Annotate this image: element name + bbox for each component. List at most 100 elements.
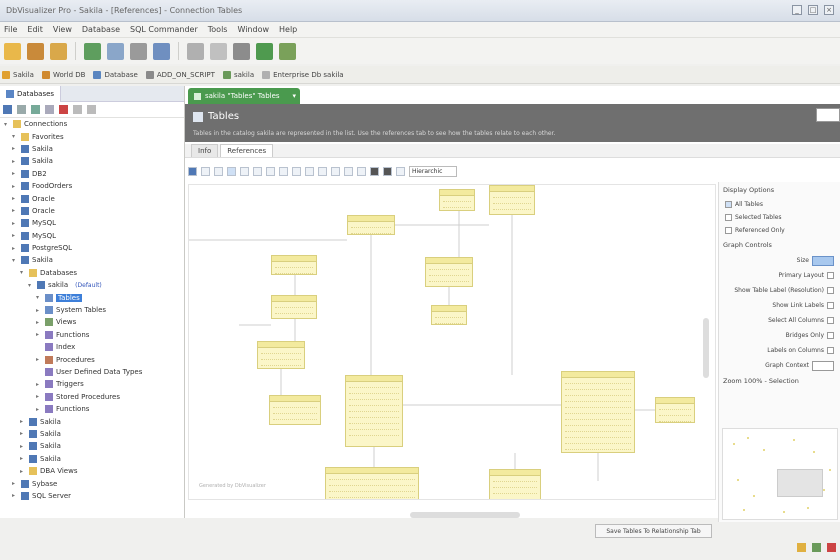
collapse-icon[interactable]: ▾ [12, 257, 18, 264]
new-sql-icon[interactable] [84, 42, 101, 60]
tree-node[interactable]: ▸ Sakila [0, 428, 184, 440]
option-checkbox[interactable]: Selected Tables [719, 211, 840, 224]
filter-icon[interactable] [31, 105, 40, 114]
menu-item-sql-commander[interactable]: SQL Commander [130, 25, 198, 34]
expand-icon[interactable]: ▸ [36, 307, 42, 314]
expand-icon[interactable]: ▸ [20, 443, 26, 450]
layout-icon[interactable] [266, 166, 275, 176]
snap-icon[interactable] [357, 166, 366, 176]
tab-info[interactable]: Info [191, 144, 219, 157]
align-icon[interactable] [279, 166, 288, 176]
menu-item-database[interactable]: Database [82, 25, 120, 34]
tree-node[interactable]: ▾ Sakila [0, 254, 184, 266]
connect-icon[interactable] [3, 105, 12, 114]
connect-icon[interactable] [4, 42, 21, 60]
expand-icon[interactable]: ▸ [36, 356, 42, 363]
tree-node[interactable]: ▸ Procedures [0, 353, 184, 365]
tree-node[interactable]: ▸ FoodOrders [0, 180, 184, 192]
table-entity-address[interactable] [257, 341, 305, 369]
tree-node[interactable]: ▾ sakila (Default) [0, 279, 184, 291]
minimize-icon[interactable]: _ [792, 5, 802, 15]
tree-node[interactable]: ▸ Sybase [0, 477, 184, 489]
select-icon[interactable] [188, 166, 197, 176]
expand-icon[interactable]: ▸ [12, 183, 18, 190]
settings-icon[interactable] [187, 42, 204, 60]
table-entity-payment[interactable] [489, 469, 541, 499]
fit-icon[interactable] [227, 166, 236, 176]
tree-node[interactable]: ▸ Functions [0, 329, 184, 341]
connection-tab[interactable]: ADD_ON_SCRIPT [145, 70, 215, 79]
collapse-icon[interactable]: ▾ [12, 133, 18, 140]
tab-references[interactable]: References [220, 144, 274, 157]
expand-icon[interactable]: ▸ [12, 492, 18, 499]
expand-icon[interactable]: ▸ [20, 418, 26, 425]
tab-tables-editor[interactable]: sakila "Tables" Tables ▾ [188, 88, 300, 104]
table-entity-category[interactable] [425, 257, 473, 287]
expand-icon[interactable]: ▸ [20, 430, 26, 437]
tree-node[interactable]: ▸ MySQL [0, 230, 184, 242]
close-icon[interactable]: ▾ [292, 92, 296, 100]
tab-databases[interactable]: Databases [0, 85, 62, 102]
move-icon[interactable] [201, 166, 210, 176]
tree-node[interactable]: ▸ PostgreSQL [0, 242, 184, 254]
tree-node[interactable]: ▸ Sakila [0, 155, 184, 167]
zoom-out-icon[interactable] [253, 166, 262, 176]
print-icon[interactable] [370, 166, 379, 176]
tree-node[interactable]: ▸ SQL Server [0, 490, 184, 502]
tree-node[interactable]: ▸ Stored Procedures [0, 391, 184, 403]
tree-node[interactable]: User Defined Data Types [0, 366, 184, 378]
checkbox-icon[interactable] [827, 287, 834, 294]
collapse-icon[interactable] [45, 105, 54, 114]
expand-icon[interactable] [318, 166, 327, 176]
grid-icon[interactable] [344, 166, 353, 176]
header-action-button[interactable] [816, 108, 840, 122]
checkbox-icon[interactable] [725, 227, 732, 234]
expand-icon[interactable]: ▸ [12, 207, 18, 214]
zoom-icon[interactable] [214, 166, 223, 176]
tree-node[interactable]: Index [0, 341, 184, 353]
menu-item-view[interactable]: View [53, 25, 72, 34]
tree-node[interactable]: ▾ Favorites [0, 130, 184, 142]
table-entity-film_text[interactable] [439, 189, 475, 211]
checkbox-icon[interactable] [827, 332, 834, 339]
tree-node[interactable]: ▸ Functions [0, 403, 184, 415]
connection-tab[interactable]: sakila [222, 70, 254, 79]
expand-icon[interactable]: ▸ [12, 145, 18, 152]
expand-icon[interactable]: ▸ [20, 455, 26, 462]
status-ok-icon[interactable] [812, 543, 821, 552]
vertical-scrollbar[interactable] [703, 318, 709, 378]
tree-node[interactable]: ▸ Sakila [0, 415, 184, 427]
collapse-icon[interactable]: ▾ [20, 269, 26, 276]
menu-item-help[interactable]: Help [279, 25, 297, 34]
save-icon[interactable] [210, 42, 227, 60]
tree-node[interactable]: ▸ Sakila [0, 143, 184, 155]
export-icon[interactable] [107, 42, 124, 60]
unlink-icon[interactable] [305, 166, 314, 176]
db-icon[interactable] [279, 42, 296, 60]
checkbox-icon[interactable] [827, 272, 834, 279]
table-entity-customer[interactable] [325, 467, 419, 499]
table-entity-inventory[interactable] [655, 397, 695, 423]
checkbox-icon[interactable] [827, 347, 834, 354]
zoom-in-icon[interactable] [240, 166, 249, 176]
expand-icon[interactable]: ▸ [36, 331, 42, 338]
collapse-icon[interactable]: ▾ [36, 294, 42, 301]
run-icon[interactable] [256, 42, 273, 60]
table-entity-city[interactable] [271, 255, 317, 275]
checkbox-icon[interactable] [725, 201, 732, 208]
minimap-viewport[interactable] [777, 469, 823, 497]
tree-node[interactable]: ▸ Sakila [0, 440, 184, 452]
expand-icon[interactable]: ▸ [20, 468, 26, 475]
monitor-icon[interactable] [153, 42, 170, 60]
maximize-icon[interactable]: □ [808, 5, 818, 15]
error-icon[interactable] [827, 543, 836, 552]
expand-icon[interactable]: ▸ [12, 170, 18, 177]
table-entity-film_actor[interactable] [431, 305, 467, 325]
properties-icon[interactable] [73, 105, 82, 114]
delete-icon[interactable] [59, 105, 68, 114]
table-entity-actor[interactable] [345, 375, 403, 447]
connection-tab[interactable]: World DB [41, 70, 85, 79]
table-entity-country[interactable] [347, 215, 395, 235]
disconnect-icon[interactable] [27, 42, 44, 60]
table-entity-staff[interactable] [269, 395, 321, 425]
